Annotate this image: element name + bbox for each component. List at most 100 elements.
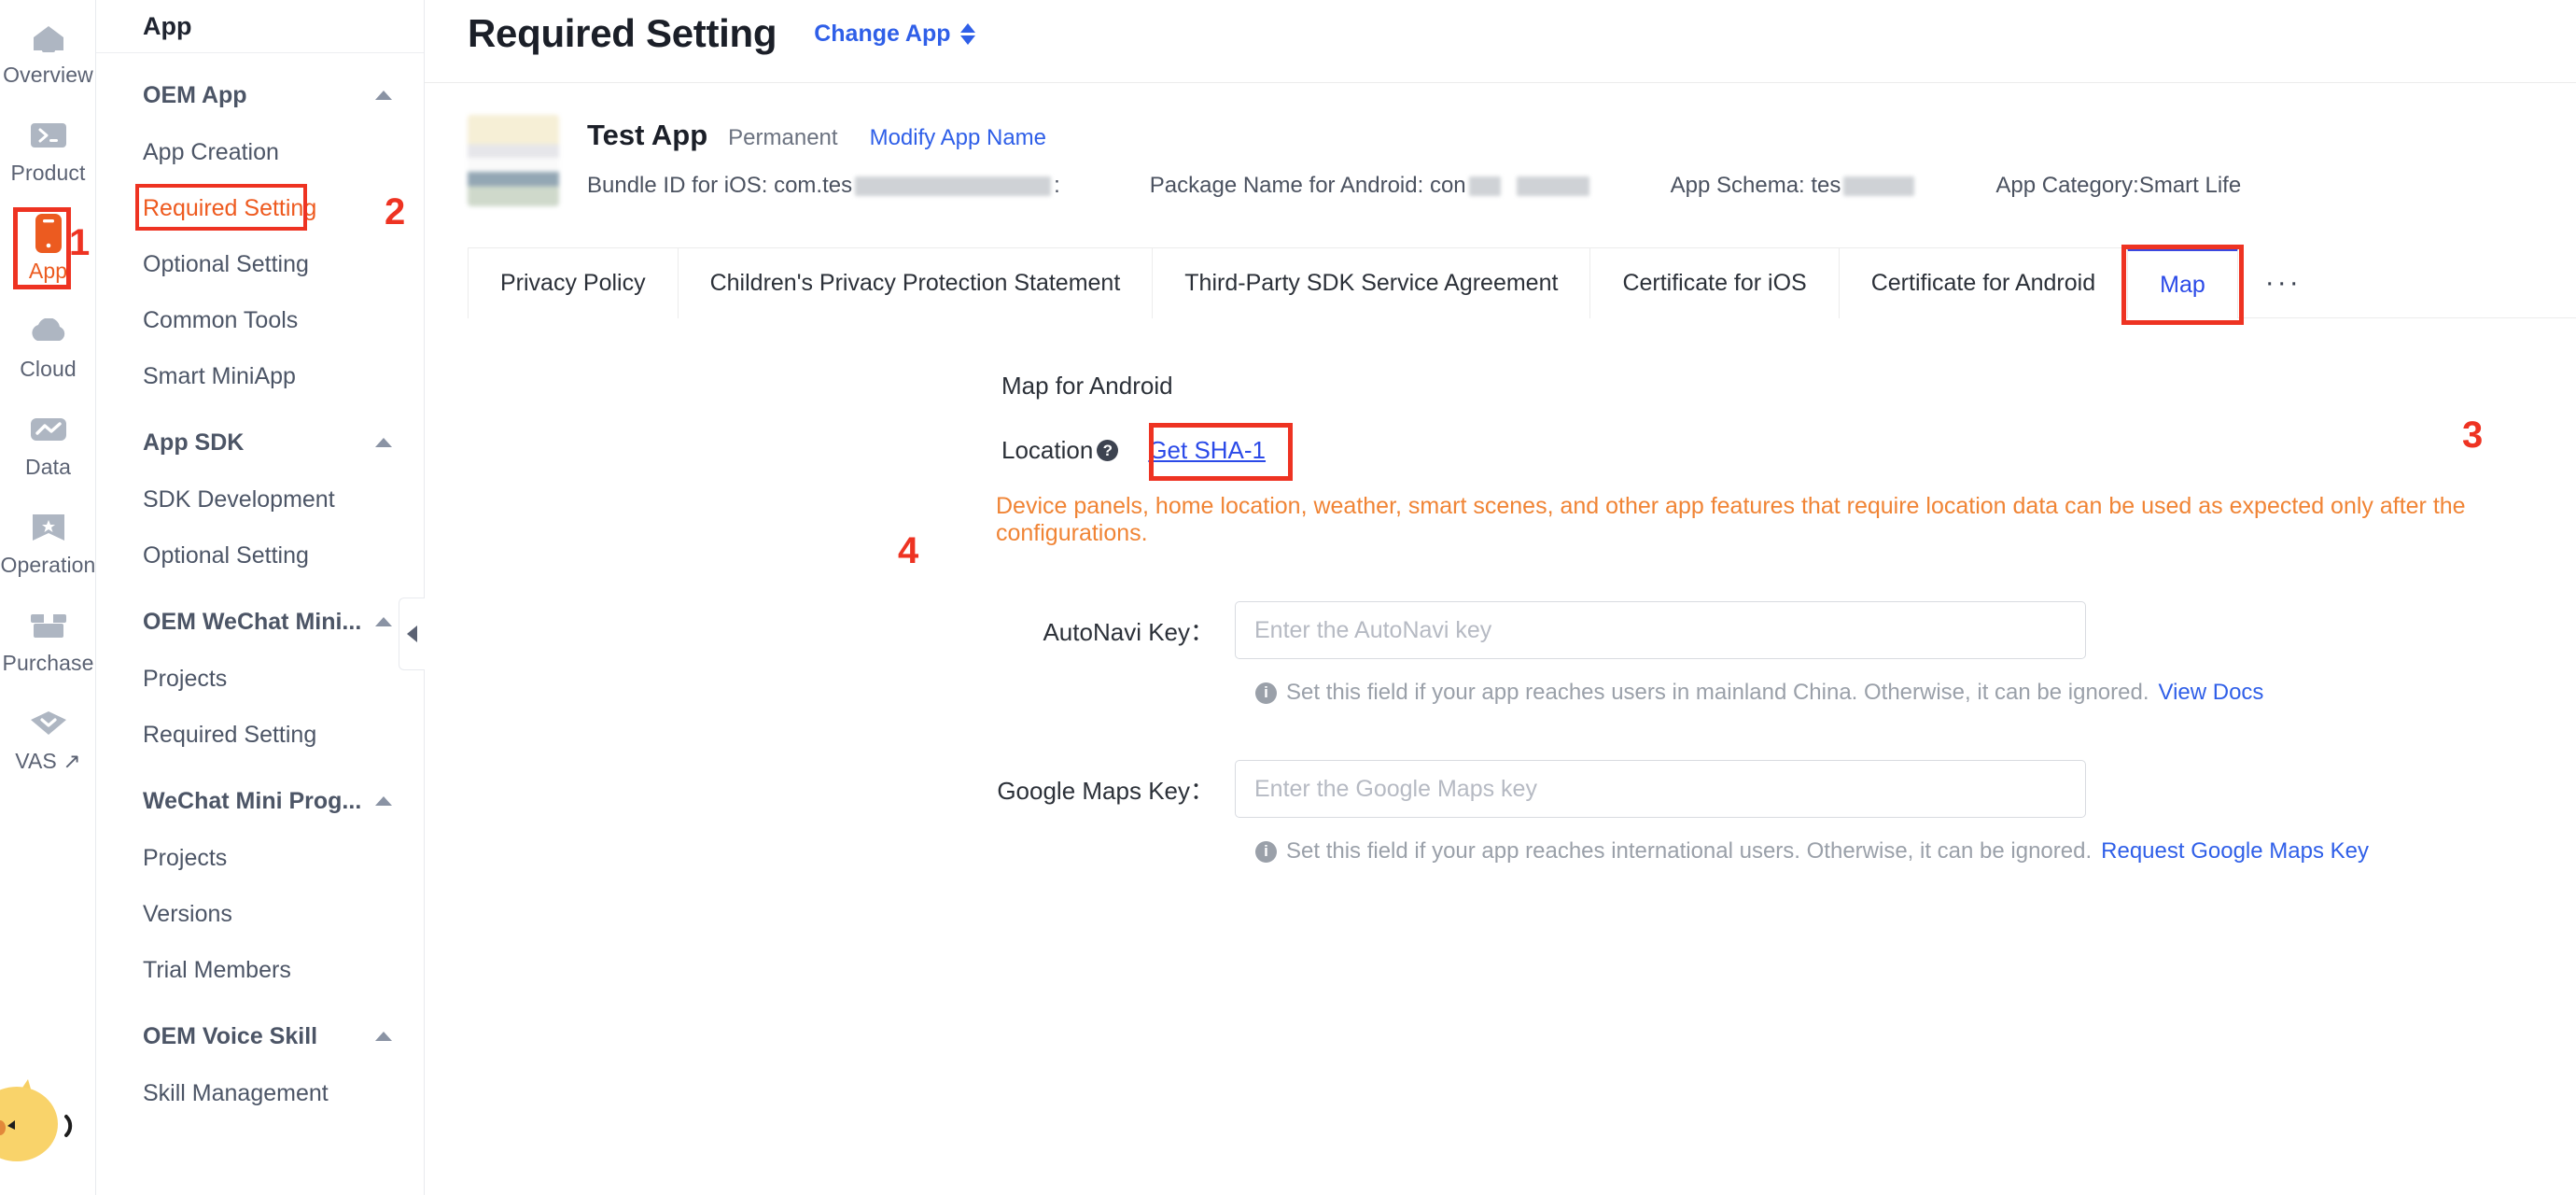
tab-overflow-button[interactable]: ··· bbox=[2237, 247, 2324, 318]
star-banner-icon bbox=[27, 508, 70, 547]
sidebar-scroll-area[interactable]: OEM App App Creation Required Setting Op… bbox=[96, 53, 424, 1121]
tab-label: Certificate for Android bbox=[1870, 270, 2096, 296]
nav-group-label: App SDK bbox=[143, 429, 245, 456]
nav-group-app-sdk: App SDK SDK Development Optional Setting bbox=[96, 414, 424, 583]
rail-item-data[interactable]: Data bbox=[0, 396, 96, 494]
tab-bar: Privacy Policy Children's Privacy Protec… bbox=[468, 245, 2576, 325]
sidebar-title: App bbox=[96, 0, 424, 53]
google-maps-hint-text: Set this field if your app reaches inter… bbox=[1286, 838, 2093, 864]
nav-group-header[interactable]: App SDK bbox=[96, 414, 424, 471]
help-question-icon[interactable]: ? bbox=[1097, 440, 1119, 461]
sidebar-item-app-creation[interactable]: App Creation bbox=[96, 124, 424, 180]
tab-privacy-policy[interactable]: Privacy Policy bbox=[468, 247, 679, 318]
nav-item-label: Skill Management bbox=[143, 1079, 329, 1106]
tab-label: Certificate for iOS bbox=[1622, 270, 1807, 296]
sidebar-item-smart-miniapp[interactable]: Smart MiniApp bbox=[96, 348, 424, 404]
chevron-up-icon bbox=[375, 796, 392, 806]
sidebar-item-wechat-trial-members[interactable]: Trial Members bbox=[96, 942, 424, 998]
sidebar-collapse-handle[interactable] bbox=[399, 598, 425, 670]
nav-item-label: Projects bbox=[143, 665, 228, 692]
redacted-package-part-a bbox=[1468, 176, 1501, 196]
sidebar-item-common-tools[interactable]: Common Tools bbox=[96, 292, 424, 348]
rail-item-cloud[interactable]: Cloud bbox=[0, 298, 96, 396]
home-icon bbox=[27, 18, 70, 57]
nav-group-header[interactable]: WeChat Mini Prog... bbox=[96, 772, 424, 830]
sort-updown-icon bbox=[959, 22, 975, 45]
sidebar-item-skill-management[interactable]: Skill Management bbox=[96, 1065, 424, 1121]
autonavi-key-row: AutoNavi Key： bbox=[425, 601, 2576, 659]
support-mascot-icon[interactable] bbox=[0, 1074, 91, 1186]
tab-label: Children's Privacy Protection Statement bbox=[709, 270, 1121, 296]
nav-group-wechat-mini-program: WeChat Mini Prog... Projects Versions Tr… bbox=[96, 772, 424, 998]
app-schema-label: App Schema: tes bbox=[1670, 173, 1841, 198]
nav-item-label: SDK Development bbox=[143, 485, 335, 513]
redacted-bundle-id bbox=[855, 176, 1052, 196]
rail-item-operation[interactable]: Operation bbox=[0, 494, 96, 592]
change-app-button[interactable]: Change App bbox=[814, 21, 975, 48]
primary-rail-nav: Overview Product App Cloud Data Operatio… bbox=[0, 0, 96, 1195]
tab-label: Third-Party SDK Service Agreement bbox=[1184, 270, 1559, 296]
nav-item-label: Required Setting bbox=[143, 194, 317, 221]
nav-group-oem-wechat-mini: OEM WeChat Mini... Projects Required Set… bbox=[96, 593, 424, 763]
sidebar-item-wechat-projects[interactable]: Projects bbox=[96, 830, 424, 886]
autonavi-hint-text: Set this field if your app reaches users… bbox=[1286, 680, 2149, 705]
tab-certificate-for-android[interactable]: Certificate for Android bbox=[1838, 247, 2129, 318]
mobile-phone-icon bbox=[27, 214, 70, 253]
location-row: Location ? Get SHA-1 bbox=[425, 423, 2576, 481]
location-label: Location bbox=[1001, 436, 1094, 464]
modify-app-name-link[interactable]: Modify App Name bbox=[870, 125, 1046, 151]
nav-group-label: OEM WeChat Mini... bbox=[143, 608, 362, 635]
app-icon-thumbnail bbox=[468, 115, 559, 206]
nav-group-header[interactable]: OEM Voice Skill bbox=[96, 1007, 424, 1065]
nav-item-label: Required Setting bbox=[143, 721, 317, 748]
google-maps-key-row: Google Maps Key： bbox=[425, 760, 2576, 818]
app-schema: App Schema: tes bbox=[1671, 173, 1918, 199]
annotation-number-1: 1 bbox=[69, 222, 91, 263]
app-name-row: Test App Permanent Modify App Name bbox=[587, 119, 2241, 152]
app-category-label: App Category:Smart Life bbox=[1995, 173, 2242, 198]
rail-item-overview[interactable]: Overview bbox=[0, 4, 96, 102]
nav-group-header[interactable]: OEM WeChat Mini... bbox=[96, 593, 424, 651]
tab-third-party-sdk-service-agreement[interactable]: Third-Party SDK Service Agreement bbox=[1152, 247, 1591, 318]
app-meta: Test App Permanent Modify App Name Bundl… bbox=[587, 115, 2241, 206]
chevron-up-icon bbox=[375, 617, 392, 626]
nav-group-label: WeChat Mini Prog... bbox=[143, 787, 362, 814]
nav-group-oem-app: OEM App App Creation Required Setting Op… bbox=[96, 66, 424, 404]
request-google-maps-key-link[interactable]: Request Google Maps Key bbox=[2101, 838, 2369, 865]
view-docs-link[interactable]: View Docs bbox=[2159, 680, 2264, 706]
rail-item-label: App bbox=[28, 259, 68, 283]
tab-map[interactable]: Map bbox=[2121, 245, 2244, 325]
sidebar-item-oem-wechat-projects[interactable]: Projects bbox=[96, 651, 424, 707]
nav-group-label: OEM App bbox=[143, 81, 247, 108]
google-maps-key-input[interactable] bbox=[1235, 760, 2086, 818]
rail-item-vas[interactable]: VAS ↗ bbox=[0, 690, 96, 788]
autonavi-key-input[interactable] bbox=[1235, 601, 2086, 659]
rail-item-label: Cloud bbox=[20, 357, 77, 381]
sidebar-item-wechat-versions[interactable]: Versions bbox=[96, 886, 424, 942]
page-title: Required Setting bbox=[468, 11, 777, 55]
rail-item-purchase[interactable]: Purchase bbox=[0, 592, 96, 690]
package-name-label: Package Name for Android: con bbox=[1149, 173, 1466, 198]
rail-item-product[interactable]: Product bbox=[0, 102, 96, 200]
rail-item-label: Product bbox=[10, 161, 86, 185]
rail-item-label: Data bbox=[25, 455, 71, 479]
app-identifiers-row: Bundle ID for iOS: com.tes : Package Nam… bbox=[587, 173, 2241, 199]
bundle-id-ios: Bundle ID for iOS: com.tes : bbox=[587, 173, 1060, 199]
rail-item-label: Overview bbox=[3, 63, 93, 87]
nav-item-label: Common Tools bbox=[143, 306, 299, 333]
box-icon bbox=[27, 606, 70, 645]
nav-group-header[interactable]: OEM App bbox=[96, 66, 424, 124]
secondary-sidebar: App OEM App App Creation Required Settin… bbox=[96, 0, 425, 1195]
wave-chart-icon bbox=[27, 410, 70, 449]
get-sha1-link[interactable]: Get SHA-1 bbox=[1148, 436, 1266, 465]
tab-childrens-privacy-protection-statement[interactable]: Children's Privacy Protection Statement bbox=[677, 247, 1154, 318]
sidebar-item-optional-setting[interactable]: Optional Setting bbox=[96, 236, 424, 292]
sidebar-item-oem-wechat-required-setting[interactable]: Required Setting bbox=[96, 707, 424, 763]
tab-certificate-for-ios[interactable]: Certificate for iOS bbox=[1589, 247, 1840, 318]
google-maps-key-label: Google Maps Key： bbox=[997, 776, 1214, 805]
sidebar-item-required-setting[interactable]: Required Setting bbox=[96, 180, 424, 236]
sidebar-item-sdk-development[interactable]: SDK Development bbox=[96, 471, 424, 527]
info-icon: i bbox=[1255, 682, 1277, 704]
chevron-up-icon bbox=[375, 91, 392, 100]
sidebar-item-sdk-optional-setting[interactable]: Optional Setting bbox=[96, 527, 424, 583]
